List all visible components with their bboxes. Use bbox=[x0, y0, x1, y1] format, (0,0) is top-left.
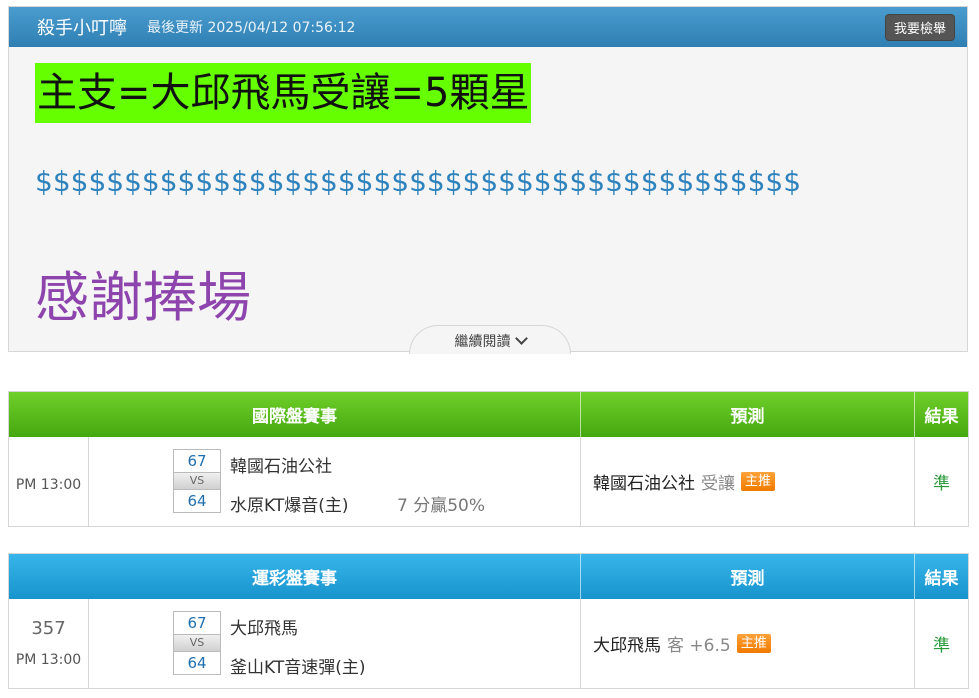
game-time: PM 13:00 bbox=[15, 652, 82, 668]
post-headline: 主支=大邱飛馬受讓=5顆星 bbox=[35, 63, 532, 123]
table-row: PM 13:00 67 VS 64 韓國石油公社 水原KT爆音(主) 7 分贏5… bbox=[9, 437, 968, 526]
table-header: 運彩盤賽事 預測 結果 bbox=[9, 554, 968, 599]
home-team: 釜山KT音速彈(主) bbox=[230, 658, 366, 678]
author-name[interactable]: 殺手小叮嚀 bbox=[37, 14, 127, 40]
lottery-odds-table: 運彩盤賽事 預測 結果 357 PM 13:00 67 VS 64 大邱飛馬 釜… bbox=[8, 553, 969, 689]
chevron-down-icon bbox=[514, 332, 528, 345]
post-thanks: 感謝捧場 bbox=[35, 266, 251, 329]
pick-team: 大邱飛馬 bbox=[593, 636, 661, 656]
read-more-label: 繼續閱讀 bbox=[454, 334, 511, 350]
report-button[interactable]: 我要檢舉 bbox=[884, 13, 955, 41]
vs-label: VS bbox=[174, 634, 220, 652]
away-team: 韓國石油公社 bbox=[230, 457, 332, 477]
post-dollars-line: $$$$$$$$$$$$$$$$$$$$$$$$$$$$$$$$$$$$$$$$… bbox=[35, 165, 802, 198]
header-match: 運彩盤賽事 bbox=[9, 554, 581, 599]
main-pick-badge: 主推 bbox=[741, 472, 776, 491]
header-prediction: 預測 bbox=[581, 554, 915, 599]
last-updated: 最後更新 2025/04/12 07:56:12 bbox=[147, 20, 356, 36]
table-row: 357 PM 13:00 67 VS 64 大邱飛馬 釜山KT音速彈(主) 大邱… bbox=[9, 599, 968, 688]
home-team: 水原KT爆音(主) bbox=[230, 496, 349, 516]
pick-team: 韓國石油公社 bbox=[593, 474, 695, 494]
match-cell: 67 VS 64 韓國石油公社 水原KT爆音(主) 7 分贏50% bbox=[89, 437, 581, 526]
home-score: 64 bbox=[187, 492, 207, 510]
match-cell: 67 VS 64 大邱飛馬 釜山KT音速彈(主) bbox=[89, 599, 581, 688]
international-odds-table: 國際盤賽事 預測 結果 PM 13:00 67 VS 64 韓國石油公社 水原K… bbox=[8, 391, 969, 527]
game-number: 357 bbox=[31, 618, 66, 639]
time-cell: 357 PM 13:00 bbox=[9, 599, 89, 688]
result-cell: 準 bbox=[933, 636, 950, 656]
score-box: 67 VS 64 bbox=[173, 611, 221, 675]
table-header: 國際盤賽事 預測 結果 bbox=[9, 392, 968, 437]
away-score: 67 bbox=[187, 614, 207, 632]
game-time: PM 13:00 bbox=[15, 477, 82, 493]
score-box: 67 VS 64 bbox=[173, 449, 221, 513]
result-cell: 準 bbox=[933, 474, 950, 494]
header-result: 結果 bbox=[924, 569, 959, 589]
main-pick-badge: 主推 bbox=[736, 634, 771, 653]
time-cell: PM 13:00 bbox=[9, 437, 89, 526]
away-score: 67 bbox=[187, 452, 207, 470]
result-note: 7 分贏50% bbox=[397, 496, 486, 516]
vs-label: VS bbox=[174, 472, 220, 490]
header-result: 結果 bbox=[924, 407, 959, 427]
post-header: 殺手小叮嚀 最後更新 2025/04/12 07:56:12 我要檢舉 bbox=[9, 7, 967, 47]
home-score: 64 bbox=[187, 654, 207, 672]
pick-type: 客 +6.5 bbox=[667, 636, 731, 656]
read-more-button[interactable]: 繼續閱讀 bbox=[409, 325, 571, 354]
prediction-cell: 韓國石油公社 受讓 主推 bbox=[581, 437, 915, 526]
pick-type: 受讓 bbox=[701, 474, 735, 494]
header-match: 國際盤賽事 bbox=[9, 392, 581, 437]
post-card: 殺手小叮嚀 最後更新 2025/04/12 07:56:12 我要檢舉 主支=大… bbox=[8, 6, 968, 354]
prediction-cell: 大邱飛馬 客 +6.5 主推 bbox=[581, 599, 915, 688]
away-team: 大邱飛馬 bbox=[230, 619, 298, 639]
header-prediction: 預測 bbox=[581, 392, 915, 437]
